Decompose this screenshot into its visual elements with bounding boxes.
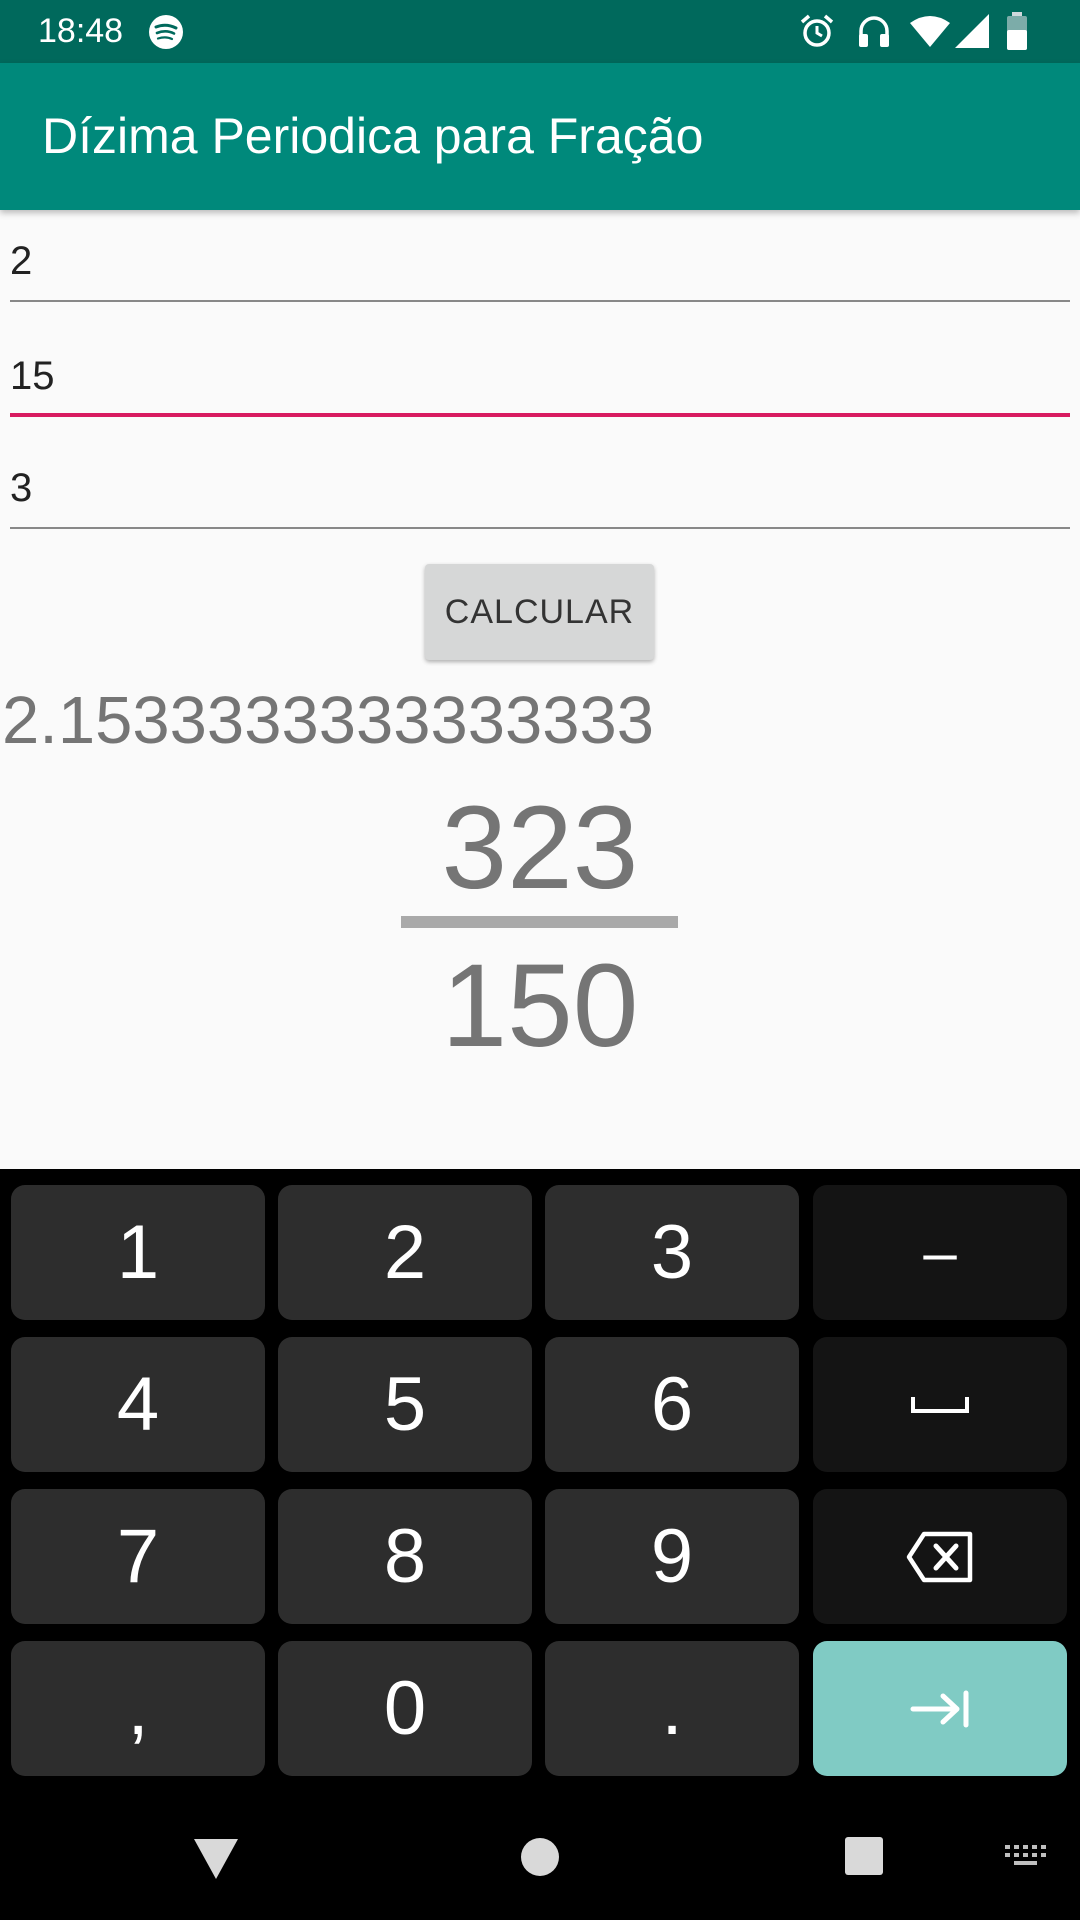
signal-icon (955, 14, 989, 52)
key-minus[interactable]: – (813, 1185, 1067, 1320)
key-2[interactable]: 2 (278, 1185, 532, 1320)
space-icon (911, 1396, 969, 1413)
calculate-button[interactable]: CALCULAR (425, 564, 654, 660)
wifi-icon (910, 14, 950, 52)
home-icon[interactable] (521, 1838, 559, 1880)
keyboard-switch-icon[interactable] (1005, 1845, 1047, 1873)
periodic-part-value: 3 (10, 466, 33, 510)
status-bar: 18:48 (0, 0, 1080, 63)
key-5[interactable]: 5 (278, 1337, 532, 1472)
input-underline (10, 527, 1070, 529)
non-periodic-part-value: 15 (10, 354, 55, 398)
key-6[interactable]: 6 (545, 1337, 799, 1472)
fraction-bar (401, 916, 678, 928)
fraction-numerator: 323 (441, 782, 639, 914)
back-icon[interactable] (194, 1839, 238, 1883)
backspace-icon (906, 1531, 973, 1582)
key-9[interactable]: 9 (545, 1489, 799, 1624)
key-4[interactable]: 4 (11, 1337, 265, 1472)
periodic-part-input[interactable]: 3 (10, 449, 1070, 529)
key-backspace[interactable] (813, 1489, 1067, 1624)
fraction-denominator: 150 (441, 940, 639, 1072)
app-bar: Dízima Periodica para Fração (0, 63, 1080, 210)
key-1[interactable]: 1 (11, 1185, 265, 1320)
decimal-result: 2.1533333333333333 (2, 683, 655, 758)
non-periodic-part-input[interactable]: 15 (10, 337, 1070, 417)
key-tab-next[interactable] (813, 1641, 1067, 1776)
key-7[interactable]: 7 (11, 1489, 265, 1624)
integer-part-input[interactable]: 2 (10, 222, 1070, 302)
key-comma[interactable]: , (11, 1641, 265, 1776)
headphones-icon (855, 12, 893, 54)
input-underline-focused (10, 413, 1070, 417)
status-time: 18:48 (38, 12, 124, 50)
key-8[interactable]: 8 (278, 1489, 532, 1624)
tab-arrow-icon (910, 1690, 969, 1727)
key-3[interactable]: 3 (545, 1185, 799, 1320)
key-0[interactable]: 0 (278, 1641, 532, 1776)
numeric-keyboard: 1 2 3 – 4 5 6 7 8 9 , 0 . (0, 1169, 1080, 1799)
input-underline (10, 300, 1070, 302)
app-title: Dízima Periodica para Fração (42, 108, 704, 164)
key-period[interactable]: . (545, 1641, 799, 1776)
alarm-icon (798, 12, 836, 54)
navigation-bar (0, 1799, 1080, 1920)
spotify-icon (148, 14, 184, 54)
recents-icon[interactable] (845, 1837, 883, 1879)
battery-icon (1005, 12, 1029, 54)
key-space[interactable] (813, 1337, 1067, 1472)
integer-part-value: 2 (10, 239, 33, 283)
